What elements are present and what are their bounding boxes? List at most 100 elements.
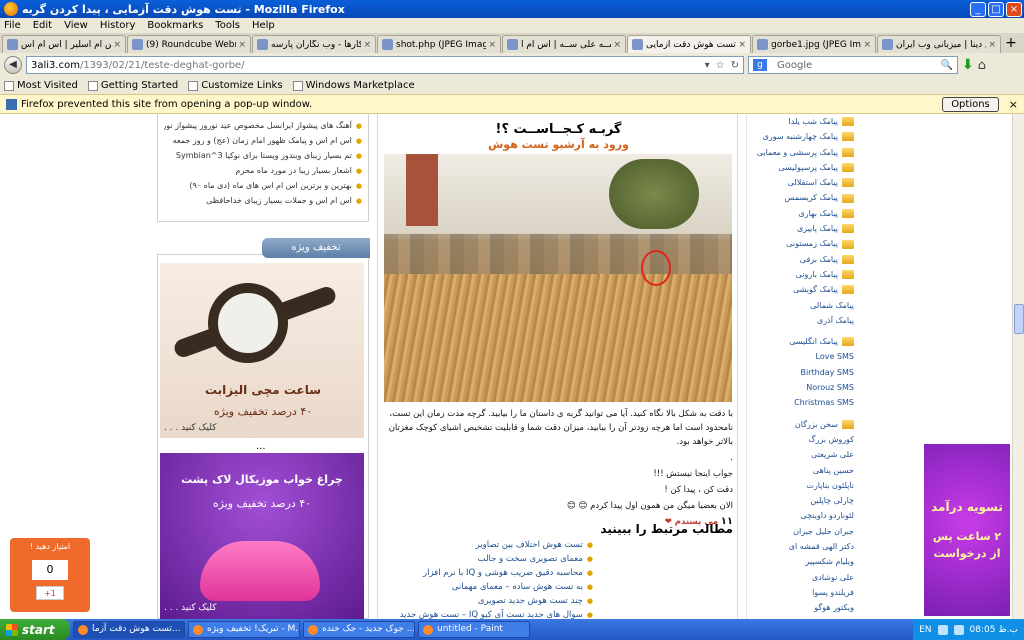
sidebar-category-item[interactable]: پیامک کریسمس — [747, 190, 854, 205]
list-item[interactable]: تم بسیار زیبای ویندوز ویستا برای نوکیا S… — [164, 148, 362, 163]
sidebar-category-item[interactable]: کوروش بزرگ — [747, 432, 854, 447]
menu-bookmarks[interactable]: Bookmarks — [147, 20, 203, 31]
dropdown-icon[interactable]: ▾ — [705, 60, 710, 71]
sidebar-category-item[interactable]: سخن بزرگان — [747, 417, 854, 432]
tab-5[interactable]: ســه علی ســه | اس ام ا...× — [502, 35, 626, 53]
taskbar-item-paint[interactable]: untitled - Paint — [418, 621, 530, 638]
sidebar-category-item[interactable]: پیامک بارونی — [747, 267, 854, 282]
tab-7[interactable]: gorbe1.jpg (JPEG Image, ...× — [752, 35, 876, 53]
sidebar-category-item[interactable]: Norouz SMS — [747, 380, 854, 395]
tab-4[interactable]: shot.php (JPEG Image, 1...× — [377, 35, 501, 53]
bookmark-customize-links[interactable]: Customize Links — [188, 80, 283, 91]
sidebar-category-item[interactable]: جبران خلیل جبران — [747, 524, 854, 539]
sidebar-category-item[interactable]: پیامک پرسشی و معمایی — [747, 145, 854, 160]
new-tab-button[interactable]: + — [1002, 35, 1020, 53]
bookmark-most-visited[interactable]: Most Visited — [4, 80, 78, 91]
star-icon[interactable]: ☆ — [716, 60, 725, 71]
sidebar-category-item[interactable]: پیامک آذری — [747, 313, 854, 328]
sidebar-category-item[interactable]: فریلندو پسوا — [747, 585, 854, 600]
sidebar-category-item[interactable]: Birthday SMS — [747, 365, 854, 380]
sidebar-category-item[interactable]: پیامک شمالی — [747, 298, 854, 313]
sidebar-category-item[interactable]: علی نوشادی — [747, 570, 854, 585]
menu-tools[interactable]: Tools — [215, 20, 240, 31]
sidebar-category-item[interactable]: چارلی چاپلین — [747, 493, 854, 508]
bookmark-getting-started[interactable]: Getting Started — [87, 80, 178, 91]
reload-icon[interactable]: ↻ — [731, 60, 739, 71]
tab-6-active[interactable]: تست هوش دقت آزمایی ...× — [627, 35, 751, 53]
sidebar-category-item[interactable]: لئوناردو داوینچی — [747, 508, 854, 523]
minimize-button[interactable]: _ — [970, 1, 986, 17]
income-banner-ad[interactable]: تسویه درآمد ۲ ساعت پس از درخواست — [924, 444, 1010, 616]
tab-close-icon[interactable]: × — [113, 40, 121, 50]
related-link[interactable]: سوال های جدید تست آی کیو IQ – تست هوش جد… — [384, 608, 593, 619]
sidebar-category-item[interactable]: پیامک پاییزی — [747, 221, 854, 236]
menu-edit[interactable]: Edit — [33, 20, 52, 31]
ad-click-label[interactable]: کلیک کنید . . . — [164, 603, 217, 613]
sidebar-category-item[interactable]: پیامک زمستونی — [747, 236, 854, 251]
back-button[interactable]: ◀ — [4, 56, 22, 74]
plus-one-button[interactable]: +1 — [36, 586, 64, 600]
sidebar-category-item[interactable]: حسین پناهی — [747, 463, 854, 478]
sidebar-category-item[interactable]: پیامک برفی — [747, 252, 854, 267]
list-item[interactable]: بهترین و برترین اس ام اس های ماه (دی ماه… — [164, 178, 362, 193]
tab-1[interactable]: اس ام اسلیر | اس ام اس ...× — [2, 35, 126, 53]
search-icon[interactable]: 🔍 — [941, 60, 953, 71]
tab-3[interactable]: نمونه کارها - وب نگاران پارسه× — [252, 35, 376, 53]
scrollbar-thumb[interactable] — [1014, 304, 1024, 334]
sidebar-category-item[interactable]: Love SMS — [747, 349, 854, 364]
sidebar-category-item[interactable]: دکتر الهی قمشه ای — [747, 539, 854, 554]
related-link[interactable]: معمای تصویری سخت و جالب — [384, 552, 593, 566]
tab-close-icon[interactable]: × — [363, 40, 371, 50]
related-link[interactable]: تست هوش اختلاف بین تصاویر — [384, 538, 593, 552]
puzzle-photo[interactable] — [384, 154, 732, 402]
volume-icon[interactable] — [953, 624, 964, 635]
menu-file[interactable]: File — [4, 20, 21, 31]
turtle-lamp-ad[interactable]: چراغ خواب موزیکال لاک پشت ۴۰ درصد تخفیف … — [160, 453, 364, 619]
taskbar-item-mail[interactable]: تبریک! تخفیف ویژه - M... — [188, 621, 300, 638]
related-link[interactable]: محاسبه دقیق ضریب هوشی و IQ با نرم افزار — [384, 566, 593, 580]
tab-close-icon[interactable]: × — [988, 40, 996, 50]
tab-close-icon[interactable]: × — [613, 40, 621, 50]
close-icon[interactable]: × — [1009, 98, 1018, 111]
google-icon[interactable]: g — [753, 59, 767, 71]
tab-close-icon[interactable]: × — [238, 40, 246, 50]
taskbar-item-firefox[interactable]: تست هوش دقت آزما... — [73, 621, 185, 638]
start-button[interactable]: start — [0, 619, 70, 640]
archive-link[interactable]: ورود به آرشیو تست هوش — [378, 138, 739, 151]
url-bar[interactable]: 3ali3.com/1393/02/21/teste-deghat-gorbe/… — [26, 56, 744, 74]
list-item[interactable]: اشعار بسیار زیبا در مورد ماه محرم — [164, 163, 362, 178]
home-icon[interactable]: ⌂ — [978, 58, 986, 73]
bookmark-windows-marketplace[interactable]: Windows Marketplace — [292, 80, 415, 91]
download-icon[interactable]: ⬇ — [962, 57, 974, 73]
tab-close-icon[interactable]: × — [863, 40, 871, 50]
tab-close-icon[interactable]: × — [738, 40, 746, 50]
menu-view[interactable]: View — [64, 20, 88, 31]
options-button[interactable]: Options — [942, 96, 999, 112]
taskbar-item-jokes[interactable]: جوک جدید - جک خنده ... — [303, 621, 415, 638]
related-link[interactable]: یه تست هوش ساده – معمای مهمانی — [384, 580, 593, 594]
sidebar-category-item[interactable]: علی شریعتی — [747, 447, 854, 462]
sidebar-category-item[interactable]: ویکتور هوگو — [747, 600, 854, 615]
close-button[interactable]: × — [1006, 1, 1022, 17]
search-input[interactable]: g Google 🔍 — [748, 56, 958, 74]
sidebar-category-item[interactable]: ویلیام شکسپیر — [747, 554, 854, 569]
sidebar-category-item[interactable]: پیامک شب یلدا — [747, 114, 854, 129]
sidebar-category-item[interactable]: پیامک چهارشنبه سوری — [747, 129, 854, 144]
language-indicator[interactable]: EN — [919, 625, 931, 635]
tab-close-icon[interactable]: × — [488, 40, 496, 50]
page-scrollbar[interactable] — [1012, 114, 1024, 619]
tab-2[interactable]: (9) Roundcube Webmail :...× — [127, 35, 251, 53]
watch-ad[interactable]: ساعت مچی الیزابت ۴۰ درصد تخفیف ویژه کلیک… — [160, 263, 364, 438]
list-item[interactable]: اس ام اس و جملات بسیار زیبای خداحافظی — [164, 193, 362, 208]
ad-click-label[interactable]: کلیک کنید . . . — [164, 423, 217, 433]
sidebar-category-item[interactable]: پیامک بهاری — [747, 206, 854, 221]
sidebar-category-item[interactable]: پیامک پرسپولیسی — [747, 160, 854, 175]
menu-help[interactable]: Help — [252, 20, 275, 31]
list-item[interactable]: اس ام اس و پیامک ظهور امام زمان (عج) و ر… — [164, 133, 362, 148]
network-icon[interactable] — [937, 624, 948, 635]
maximize-button[interactable]: □ — [988, 1, 1004, 17]
sidebar-category-item[interactable]: Christmas SMS — [747, 395, 854, 410]
related-link[interactable]: چند تست هوش جدید تصویری — [384, 594, 593, 608]
sidebar-category-item[interactable]: ناپلئون بناپارت — [747, 478, 854, 493]
menu-history[interactable]: History — [100, 20, 136, 31]
